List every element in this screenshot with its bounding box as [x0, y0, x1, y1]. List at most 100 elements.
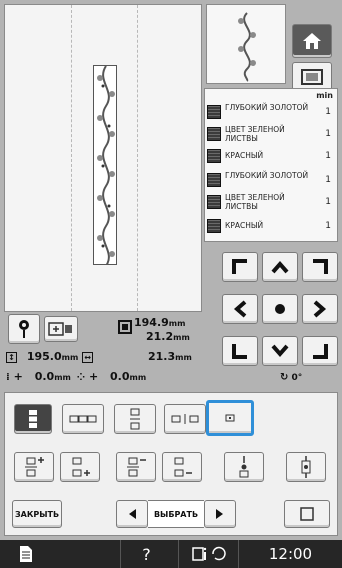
thread-count: 1: [325, 107, 331, 117]
embroidery-design[interactable]: [93, 65, 117, 265]
spacing-vertical-button[interactable]: [114, 404, 156, 434]
design-thumbnail: [206, 4, 286, 84]
close-button[interactable]: ЗАКРЫТЬ: [12, 500, 62, 528]
dimension-icon: [118, 320, 132, 334]
thread-swatch: [207, 105, 221, 119]
help-button[interactable]: ?: [120, 540, 172, 568]
height-readout: ↕ 195.0mm ↔: [6, 350, 94, 363]
thread-row[interactable]: ЦВЕТ ЗЕЛЕНОЙ ЛИСТВЫ 1: [207, 123, 335, 145]
thread-name: КРАСНЫЙ: [225, 151, 264, 160]
move-up-button[interactable]: [262, 252, 298, 282]
pin-icon: [19, 320, 29, 338]
move-down-right-button[interactable]: [302, 336, 338, 366]
thread-swatch: [207, 127, 221, 141]
location-button[interactable]: [8, 314, 40, 344]
thread-name: ГЛУБОКИЙ ЗОЛОТОЙ: [225, 171, 309, 180]
thread-mark-icon: [239, 456, 249, 478]
single-select-button[interactable]: [206, 400, 254, 436]
connect-mark-button[interactable]: [286, 452, 326, 482]
chevron-down-icon: [271, 344, 289, 358]
move-right-button[interactable]: [302, 294, 338, 324]
layout-vertical-button[interactable]: [14, 404, 52, 434]
layout-horizontal-button[interactable]: [62, 404, 104, 434]
chevron-right-icon: [313, 300, 327, 318]
home-icon: [303, 33, 321, 49]
zoom-button[interactable]: [44, 316, 78, 342]
spacing-horizontal-button[interactable]: [164, 404, 206, 434]
frame-check-button[interactable]: [284, 500, 330, 528]
floral-border-pattern: [97, 66, 115, 264]
center-button[interactable]: [262, 294, 298, 324]
home-button[interactable]: [292, 24, 332, 58]
thumbnail-pattern: [238, 12, 256, 82]
thread-name: ГЛУБОКИЙ ЗОЛОТОЙ: [225, 103, 309, 112]
connect-mark-icon: [301, 456, 311, 478]
remove-above-icon: [127, 457, 146, 477]
thread-name: ЦВЕТ ЗЕЛЕНОЙ ЛИСТВЫ: [225, 193, 285, 211]
move-left-button[interactable]: [222, 294, 258, 324]
select-next-button[interactable]: [204, 500, 236, 528]
guide-line: [137, 5, 138, 311]
embroidery-edit-screen: min ГЛУБОКИЙ ЗОЛОТОЙ 1 ЦВЕТ ЗЕЛЕНОЙ ЛИСТ…: [0, 0, 342, 568]
corner-up-right-icon: [313, 259, 328, 274]
horizontal-stack-icon: [69, 415, 97, 423]
thread-row[interactable]: ГЛУБОКИЙ ЗОЛОТОЙ 1: [207, 101, 335, 123]
thread-count: 1: [325, 197, 331, 207]
angle-readout: ↻ 0°: [280, 372, 303, 383]
height-icon: ↕: [6, 352, 17, 363]
thread-name: КРАСНЫЙ: [225, 221, 264, 230]
add-pattern-below-button[interactable]: [60, 452, 100, 482]
thread-row[interactable]: ГЛУБОКИЙ ЗОЛОТОЙ 1: [207, 169, 335, 191]
thread-count: 1: [325, 175, 331, 185]
remove-pattern-below-button[interactable]: [162, 452, 202, 482]
add-above-icon: [25, 457, 44, 477]
corner-down-left-icon: [232, 344, 247, 359]
thread-count: 1: [325, 221, 331, 231]
embroidery-preview[interactable]: [4, 4, 202, 312]
manual-button[interactable]: [0, 540, 52, 568]
minutes-header: min: [316, 91, 333, 100]
vertical-offset-icon: ⁞: [6, 372, 10, 383]
thread-row[interactable]: КРАСНЫЙ 1: [207, 215, 335, 237]
dimension-height: 21.2mm: [146, 330, 190, 343]
width-readout: 21.3mm: [148, 350, 192, 363]
thread-swatch: [207, 219, 221, 233]
settings-info-button[interactable]: [178, 540, 238, 568]
bottom-status-bar: ? 12:00: [0, 540, 342, 568]
remove-pattern-above-button[interactable]: [116, 452, 156, 482]
thread-swatch: [207, 173, 221, 187]
thread-row[interactable]: КРАСНЫЙ 1: [207, 145, 335, 167]
thread-name: ЦВЕТ ЗЕЛЕНОЙ ЛИСТВЫ: [225, 125, 285, 143]
remove-below-icon: [174, 457, 192, 477]
thread-color-list[interactable]: min ГЛУБОКИЙ ЗОЛОТОЙ 1 ЦВЕТ ЗЕЛЕНОЙ ЛИСТ…: [204, 88, 338, 242]
settings-wireless-icon: [191, 546, 226, 561]
thread-swatch: [207, 195, 221, 209]
zoom-frame-icon: [48, 322, 72, 336]
chevron-left-icon: [233, 300, 247, 318]
thread-count: 1: [325, 151, 331, 161]
thread-row[interactable]: ЦВЕТ ЗЕЛЕНОЙ ЛИСТВЫ 1: [207, 191, 335, 213]
width-icon: ↔: [82, 352, 94, 363]
dimension-width: 194.9mm: [134, 316, 186, 329]
move-up-right-button[interactable]: [302, 252, 338, 282]
move-down-left-button[interactable]: [222, 336, 258, 366]
thread-swatch: [207, 149, 221, 163]
triangle-left-icon: [129, 509, 136, 519]
corner-down-right-icon: [313, 344, 328, 359]
move-up-left-button[interactable]: [222, 252, 258, 282]
corner-up-left-icon: [232, 259, 247, 274]
select-prev-button[interactable]: [116, 500, 148, 528]
chevron-up-icon: [271, 260, 289, 274]
center-dot-icon: [275, 304, 285, 314]
add-pattern-above-button[interactable]: [14, 452, 54, 482]
vertical-spacing-icon: [130, 408, 140, 430]
thread-count: 1: [325, 129, 331, 139]
add-below-icon: [72, 457, 90, 477]
cut-mark-button[interactable]: [224, 452, 264, 482]
single-pattern-icon: [225, 414, 235, 422]
move-down-button[interactable]: [262, 336, 298, 366]
vertical-stack-icon: [29, 410, 37, 428]
document-icon: [20, 546, 32, 562]
offset-readout: ⁞ + 0.0mm ⁘ + 0.0mm: [6, 370, 147, 383]
horizontal-offset-icon: ⁘: [76, 372, 86, 383]
